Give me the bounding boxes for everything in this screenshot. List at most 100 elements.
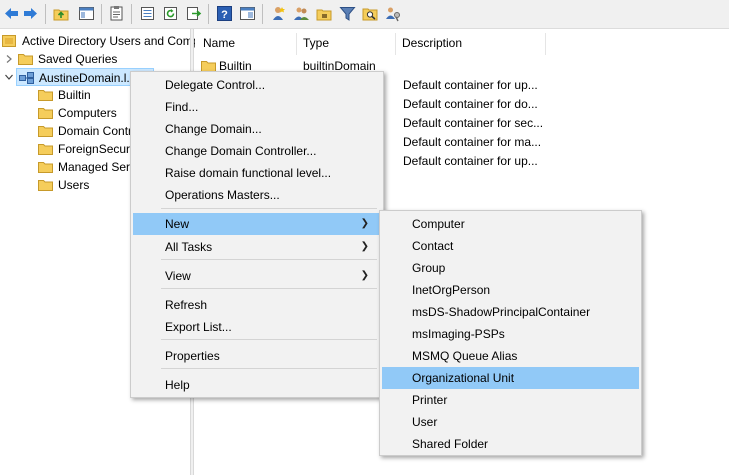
menu-separator [161,259,377,260]
menu-item-all-tasks[interactable]: All Tasks ❯ [133,236,381,258]
show-hide-tree-icon[interactable] [78,5,95,22]
new-group-icon[interactable] [293,5,310,22]
refresh-icon[interactable] [162,5,179,22]
submenu-item-label: Contact [412,239,454,253]
menu-item-label: View [165,269,191,283]
chevron-right-icon: ❯ [360,241,369,252]
menu-separator [161,208,377,209]
menu-item-label: New [165,217,190,231]
chevron-right-icon: ❯ [360,270,369,281]
tree-item-saved-queries[interactable]: Saved Queries [18,50,190,68]
folder-icon [38,90,53,101]
folder-icon [38,162,53,173]
submenu-item-user[interactable]: User [382,411,639,433]
submenu-item-label: MSMQ Queue Alias [412,349,518,363]
menu-item-properties[interactable]: Properties [133,345,381,367]
snapin-icon [2,35,16,47]
chevron-right-icon: ❯ [360,218,369,229]
row-description: Default container for sec... [403,116,544,130]
new-user-icon[interactable] [270,5,287,22]
submenu-item-label: Shared Folder [412,437,489,451]
menu-item-label: Change Domain Controller... [165,144,317,158]
column-header-type[interactable]: Type [303,29,329,57]
menu-item-change-domain[interactable]: Change Domain... [133,118,381,140]
delegate-icon[interactable] [385,5,402,22]
submenu-item-inetorgperson[interactable]: InetOrgPerson [382,279,639,301]
submenu-item-computer[interactable]: Computer [382,213,639,235]
menu-item-label: Properties [165,349,220,363]
folder-icon [38,126,53,137]
submenu-item-label: Computer [412,217,465,231]
menu-item-label: Operations Masters... [165,188,280,202]
submenu-item-label: Printer [412,393,448,407]
menu-item-help[interactable]: Help [133,374,381,396]
menu-item-operations-masters[interactable]: Operations Masters... [133,184,381,206]
menu-item-find[interactable]: Find... [133,96,381,118]
menu-item-new[interactable]: New ❯ [133,213,381,235]
row-description: Default container for up... [403,154,538,168]
submenu-item-msds-shadowprincipalcontainer[interactable]: msDS-ShadowPrincipalContainer [382,301,639,323]
row-description: Default container for ma... [403,135,542,149]
menu-item-label: Change Domain... [165,122,262,136]
menu-item-export-list[interactable]: Export List... [133,316,381,338]
tree-item-label: Users [58,178,90,192]
up-folder-icon[interactable] [53,5,70,22]
forward-arrow-icon[interactable] [22,5,39,22]
context-menu: Delegate Control... Find... Change Domain.… [130,71,384,398]
export-list-icon[interactable] [139,5,156,22]
menu-separator [161,368,377,369]
row-description: Default container for do... [403,97,538,111]
submenu-item-label: Organizational Unit [412,371,515,385]
submenu-item-label: User [412,415,438,429]
menu-item-delegate-control[interactable]: Delegate Control... [133,74,381,96]
column-header-name[interactable]: Name [203,29,235,57]
chevron-right-icon[interactable] [4,54,14,64]
submenu-item-group[interactable]: Group [382,257,639,279]
menu-item-change-domain-controller[interactable]: Change Domain Controller... [133,140,381,162]
folder-icon [38,144,53,155]
help-icon[interactable]: ? [216,5,233,22]
submenu-item-printer[interactable]: Printer [382,389,639,411]
menu-item-label: Delegate Control... [165,78,266,92]
menu-item-view[interactable]: View ❯ [133,265,381,287]
properties-icon[interactable] [108,5,125,22]
submenu-item-label: msDS-ShadowPrincipalContainer [412,305,591,319]
tree-item-label: AustineDomain.l... [39,71,137,85]
submenu-item-label: InetOrgPerson [412,283,491,297]
row-description: Default container for up... [403,78,538,92]
chevron-down-icon[interactable] [4,72,14,82]
submenu-item-contact[interactable]: Contact [382,235,639,257]
find-icon[interactable] [362,5,379,22]
tree-item-label: Builtin [58,88,91,102]
menu-item-label: Export List... [165,320,232,334]
folder-icon [38,108,53,119]
export-icon[interactable] [185,5,202,22]
back-arrow-icon[interactable] [3,5,20,22]
folder-icon [38,180,53,191]
menu-item-label: Refresh [165,298,208,312]
submenu-item-organizational-unit[interactable]: Organizational Unit [382,367,639,389]
toolbar: ? [0,0,729,29]
domain-icon [19,72,34,84]
new-ou-icon[interactable] [316,5,333,22]
menu-separator [161,288,377,289]
tree-root[interactable]: Active Directory Users and Computers [2,32,226,50]
submenu-item-shared-folder[interactable]: Shared Folder [382,433,639,455]
tree-item-label: Computers [58,106,117,120]
submenu-item-msimaging-psps[interactable]: msImaging-PSPs [382,323,639,345]
menu-item-refresh[interactable]: Refresh [133,294,381,316]
menu-item-raise-domain-functional-level[interactable]: Raise domain functional level... [133,162,381,184]
console-pane-icon[interactable] [239,5,256,22]
tree-item-label: Saved Queries [38,52,118,66]
filter-icon[interactable] [339,5,356,22]
submenu-item-msmq-queue-alias[interactable]: MSMQ Queue Alias [382,345,639,367]
menu-item-label: All Tasks [165,240,213,254]
submenu-item-label: Group [412,261,446,275]
svg-text:?: ? [221,9,228,21]
folder-icon [18,54,33,65]
column-header-description[interactable]: Description [402,29,462,57]
menu-item-label: Find... [165,100,199,114]
submenu-item-label: msImaging-PSPs [412,327,505,341]
menu-separator [161,339,377,340]
menu-item-label: Raise domain functional level... [165,166,332,180]
